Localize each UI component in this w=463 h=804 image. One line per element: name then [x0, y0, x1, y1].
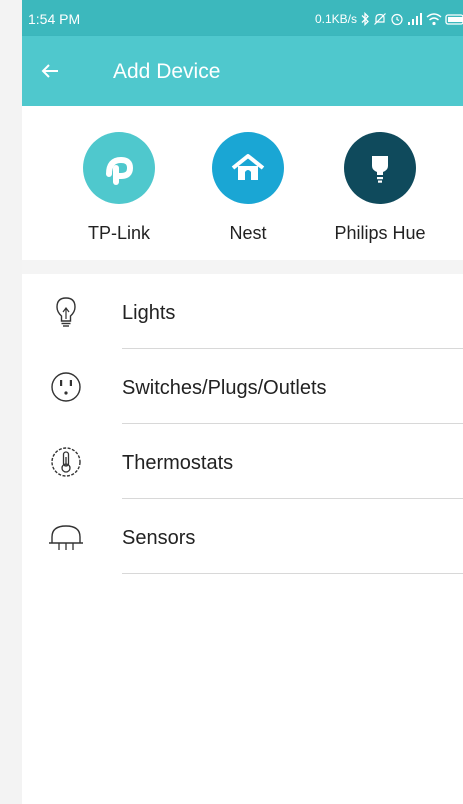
hue-bulb-icon — [344, 132, 416, 204]
back-button[interactable] — [36, 57, 64, 85]
sensor-icon — [49, 525, 83, 550]
category-switches-plugs-outlets[interactable]: Switches/Plugs/Outlets — [22, 349, 463, 424]
app-screen: 1:54 PM 0.1KB/s Add Device TP-Link Nest … — [22, 0, 463, 804]
brand-label: TP-Link — [87, 223, 150, 243]
brand-philips-hue[interactable]: Philips Hue — [320, 132, 440, 244]
outlet-icon — [51, 372, 81, 402]
brand-label: Philips Hue — [334, 223, 426, 243]
alarm-icon — [391, 13, 403, 26]
brand-row: TP-Link Nest Philips Hue — [22, 106, 463, 260]
status-bar: 1:54 PM 0.1KB/s — [22, 0, 463, 36]
page-title: Add Device — [113, 60, 221, 83]
brand-label: Nest — [229, 223, 267, 243]
category-sensors[interactable]: Sensors — [22, 499, 463, 574]
network-speed: 0.1KB/s — [314, 12, 357, 26]
arrow-left-icon — [41, 64, 58, 78]
list-divider — [122, 573, 463, 574]
category-thermostats[interactable]: Thermostats — [22, 424, 463, 499]
category-list: Lights Switches/Plugs/Outlets Thermostat… — [22, 274, 463, 574]
nest-house-icon — [212, 132, 284, 204]
brand-tp-link[interactable]: TP-Link — [59, 132, 179, 244]
category-label: Switches/Plugs/Outlets — [122, 377, 327, 399]
category-label: Sensors — [122, 527, 196, 549]
wifi-icon — [426, 13, 442, 26]
status-indicators: 0.1KB/s — [315, 9, 463, 29]
category-label: Lights — [122, 302, 176, 324]
brand-nest[interactable]: Nest — [188, 132, 308, 244]
category-label: Thermostats — [122, 452, 234, 474]
lightbulb-icon — [56, 297, 76, 327]
status-time: 1:54 PM — [28, 11, 81, 27]
battery-icon — [445, 14, 463, 25]
mute-bell-icon — [374, 13, 386, 25]
thermostat-icon — [51, 447, 81, 477]
section-divider — [22, 260, 463, 274]
category-lights[interactable]: Lights — [22, 274, 463, 349]
signal-icon — [408, 13, 422, 25]
bluetooth-icon — [361, 12, 369, 26]
app-bar: Add Device — [22, 36, 463, 106]
tp-link-logo-icon — [83, 132, 155, 204]
